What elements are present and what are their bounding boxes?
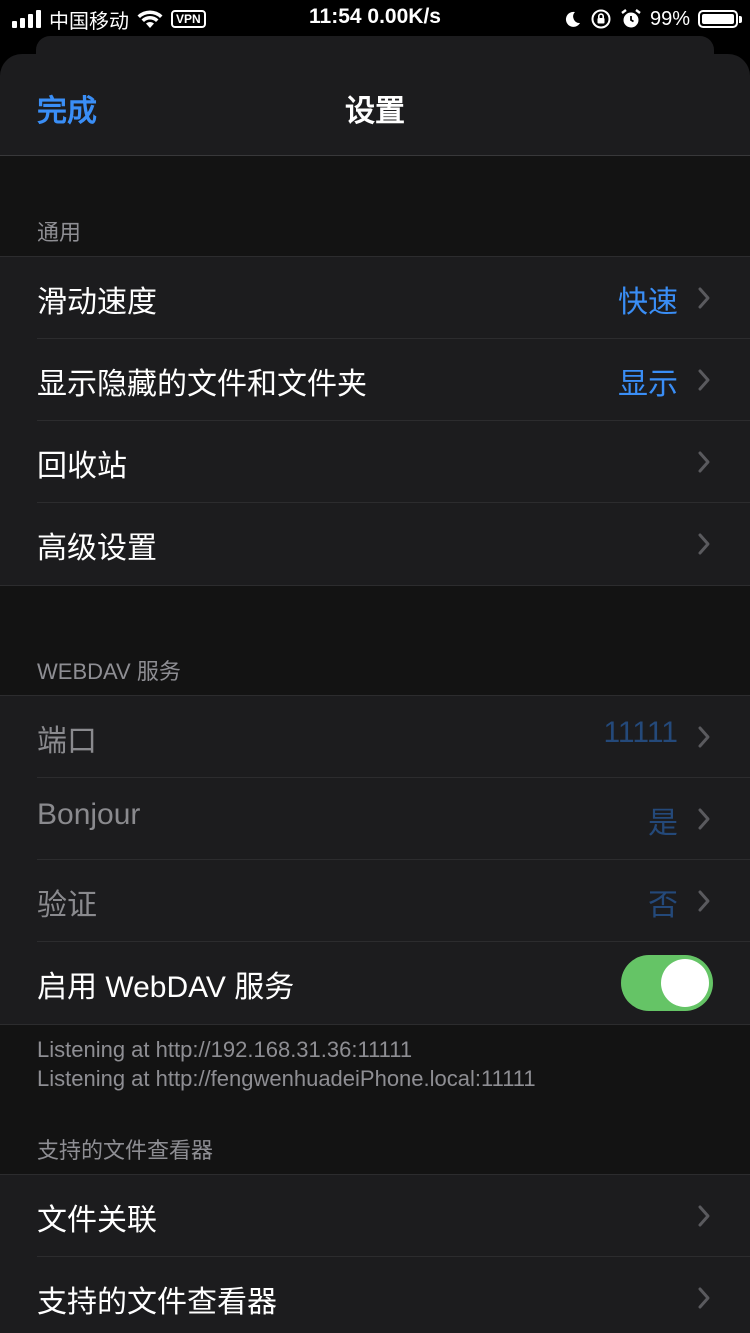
row-label: 支持的文件查看器 [37,1286,277,1319]
row-supported-file-viewers[interactable]: 支持的文件查看器 [0,1257,750,1333]
webdav-group: 端口 11111 Bonjour 是 验证 否 启用 WebDAV 服务 [0,696,750,1024]
row-label: 显示隐藏的文件和文件夹 [37,368,367,401]
chevron-right-icon [698,287,710,309]
row-label: 高级设置 [37,532,157,565]
orientation-lock-icon [591,9,611,29]
row-port[interactable]: 端口 11111 [0,696,750,778]
section-header-general: 通用 [37,220,82,245]
battery-icon [698,10,742,28]
row-scroll-speed[interactable]: 滑动速度 快速 [0,257,750,339]
row-label: 文件关联 [37,1204,157,1237]
row-label: Bonjour [37,798,141,831]
chevron-right-icon [698,1287,710,1309]
row-enable-webdav: 启用 WebDAV 服务 [0,942,750,1024]
row-bonjour[interactable]: Bonjour 是 [0,778,750,860]
row-value: 快速 [618,286,678,319]
row-recycle-bin[interactable]: 回收站 [0,421,750,503]
section-header-webdav: WEBDAV 服务 [37,659,181,684]
chevron-right-icon [698,808,710,830]
webdav-listening-info: Listening at http://192.168.31.36:11111 … [37,1035,536,1093]
viewers-group: 文件关联 支持的文件查看器 [0,1175,750,1333]
row-authentication[interactable]: 验证 否 [0,860,750,942]
chevron-right-icon [698,533,710,555]
row-value: 11111 [603,716,678,749]
chevron-right-icon [698,451,710,473]
listening-address-hostname: Listening at http://fengwenhuadeiPhone.l… [37,1066,536,1091]
toggle-knob [661,959,709,1007]
general-group: 滑动速度 快速 显示隐藏的文件和文件夹 显示 回收站 高级设置 [0,257,750,585]
row-label: 端口 [37,725,97,758]
row-value: 是 [648,807,678,840]
row-value: 显示 [618,368,678,401]
row-label: 回收站 [37,450,127,483]
settings-sheet: 完成 设置 通用 滑动速度 快速 显示隐藏的文件和文件夹 显示 回收站 高级设置… [0,54,750,1333]
row-show-hidden-files[interactable]: 显示隐藏的文件和文件夹 显示 [0,339,750,421]
row-advanced-settings[interactable]: 高级设置 [0,503,750,585]
row-label: 验证 [37,889,97,922]
settings-list: 通用 滑动速度 快速 显示隐藏的文件和文件夹 显示 回收站 高级设置 WEBDA… [0,156,750,1333]
row-label: 启用 WebDAV 服务 [37,971,295,1004]
chevron-right-icon [698,1205,710,1227]
row-value: 否 [648,889,678,922]
navigation-bar: 完成 设置 [0,54,750,156]
section-header-viewers: 支持的文件查看器 [37,1138,214,1163]
moon-icon [565,11,580,27]
battery-percentage: 99% [649,7,690,30]
alarm-icon [621,9,641,28]
listening-address-ip: Listening at http://192.168.31.36:11111 [37,1037,413,1062]
row-file-association[interactable]: 文件关联 [0,1175,750,1257]
enable-webdav-toggle[interactable] [621,955,713,1011]
chevron-right-icon [698,369,710,391]
row-label: 滑动速度 [37,286,157,319]
chevron-right-icon [698,726,710,748]
chevron-right-icon [698,890,710,912]
page-title: 设置 [345,95,405,128]
status-bar: 中国移动 VPN 11:54 0.00K/s 99% [0,0,750,38]
